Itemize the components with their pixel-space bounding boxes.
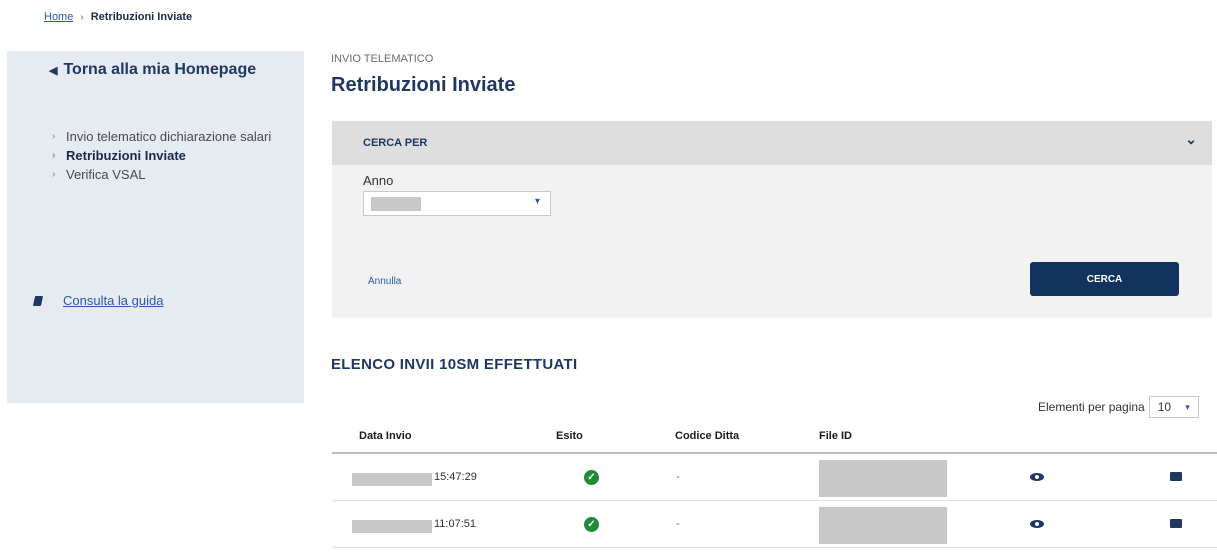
table-header: Data Invio Esito Codice Ditta File ID — [332, 420, 1217, 454]
check-circle-icon: ✓ — [584, 470, 599, 485]
chevron-right-icon: › — [52, 131, 56, 142]
search-button[interactable]: CERCA — [1030, 262, 1179, 296]
page-title: Retribuzioni Inviate — [331, 74, 516, 96]
anno-select[interactable]: ▾ — [363, 191, 551, 216]
breadcrumb-home-link[interactable]: Home — [44, 11, 73, 23]
column-header-esito[interactable]: Esito — [556, 430, 583, 442]
per-page-label: Elementi per pagina — [1038, 400, 1145, 414]
codice-ditta: - — [676, 518, 680, 530]
file-id-redacted — [819, 460, 947, 497]
codice-ditta: - — [676, 471, 680, 483]
guide-link-label: Consulta la guida — [63, 293, 164, 308]
per-page-control: Elementi per pagina 10 ▾ — [1038, 396, 1199, 418]
guide-link[interactable]: Consulta la guida — [32, 293, 164, 308]
breadcrumb-current: Retribuzioni Inviate — [90, 11, 193, 23]
anno-label: Anno — [363, 173, 394, 188]
search-panel-header[interactable]: CERCA PER ⌄ — [332, 121, 1212, 165]
table-row: 11:07:51 ✓ - — [332, 504, 1217, 548]
sidebar — [7, 51, 304, 403]
sidebar-item-label: Retribuzioni Inviate — [66, 148, 186, 163]
file-id-redacted — [819, 507, 947, 544]
cancel-link[interactable]: Annulla — [368, 276, 401, 287]
date-redacted — [352, 520, 432, 533]
sidebar-item-retribuzioni-inviate[interactable]: › Retribuzioni Inviate — [46, 147, 286, 164]
send-time: 11:07:51 — [434, 518, 477, 530]
column-header-data-invio[interactable]: Data Invio — [359, 430, 412, 442]
check-circle-icon: ✓ — [584, 517, 599, 532]
send-time: 15:47:29 — [434, 471, 477, 483]
sidebar-item-label: Verifica VSAL — [66, 167, 146, 182]
chevron-down-icon: ▾ — [1185, 401, 1190, 412]
sidebar-item-invio-telematico[interactable]: › Invio telematico dichiarazione salari — [46, 128, 286, 145]
column-header-codice-ditta[interactable]: Codice Ditta — [675, 430, 739, 442]
per-page-select[interactable]: 10 ▾ — [1148, 396, 1199, 418]
search-panel-title: CERCA PER — [363, 137, 428, 149]
sidebar-item-verifica-vsal[interactable]: › Verifica VSAL — [46, 166, 286, 183]
chevron-down-icon: ▾ — [534, 196, 540, 207]
sidebar-menu: › Invio telematico dichiarazione salari … — [46, 128, 286, 185]
back-to-homepage-link[interactable]: ◀ Torna alla mia Homepage — [49, 61, 256, 79]
book-icon — [32, 295, 44, 306]
table-row: 15:47:29 ✓ - — [332, 457, 1217, 501]
list-title: ELENCO INVII 10SM EFFETTUATI — [331, 356, 578, 373]
breadcrumb: Home › Retribuzioni Inviate — [44, 11, 192, 23]
column-header-file-id[interactable]: File ID — [819, 430, 852, 442]
chevron-right-icon: › — [80, 11, 84, 23]
chevron-right-icon: › — [52, 169, 56, 180]
back-link-label: Torna alla mia Homepage — [63, 61, 257, 78]
page-kicker: INVIO TELEMATICO — [331, 53, 434, 65]
caret-left-icon: ◀ — [49, 64, 58, 77]
date-redacted — [352, 473, 432, 486]
eye-icon[interactable] — [1030, 473, 1044, 481]
chevron-down-icon[interactable]: ⌄ — [1185, 131, 1197, 148]
per-page-value: 10 — [1157, 400, 1172, 414]
search-panel: CERCA PER ⌄ Anno ▾ Annulla CERCA — [332, 121, 1212, 318]
chevron-right-icon: › — [52, 150, 56, 161]
eye-icon[interactable] — [1030, 520, 1044, 528]
envelope-icon[interactable] — [1170, 519, 1182, 528]
anno-value-redacted — [371, 197, 421, 211]
sidebar-item-label: Invio telematico dichiarazione salari — [66, 129, 272, 144]
envelope-icon[interactable] — [1170, 472, 1182, 481]
